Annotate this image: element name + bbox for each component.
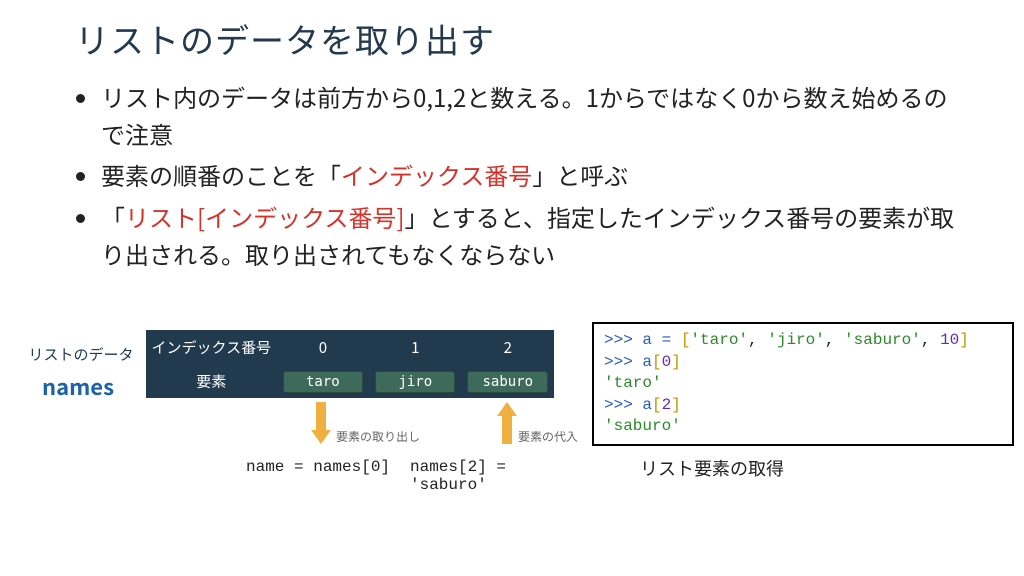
bullet-1: リスト内のデータは前方から0,1,2と数える。1からではなく0から数え始めるので… bbox=[101, 78, 955, 152]
code-l4b: [ bbox=[652, 396, 662, 414]
bullet-2-pre: 要素の順番のことを「 bbox=[101, 157, 341, 192]
diagram-names-label: names bbox=[42, 370, 114, 402]
code-l1h: , bbox=[921, 331, 940, 349]
slide-title: リストのデータを取り出す bbox=[75, 14, 495, 63]
bullet-2: 要素の順番のことを「インデックス番号」と呼ぶ bbox=[101, 156, 955, 193]
code-l2c: 0 bbox=[662, 353, 672, 371]
bullet-1-text: リスト内のデータは前方から0,1,2と数える。1からではなく0から数え始めるので… bbox=[101, 79, 948, 151]
index-1: 1 bbox=[369, 330, 461, 364]
bullet-3-red: リスト[インデックス番号] bbox=[125, 199, 405, 234]
bullet-2-red: インデックス番号 bbox=[341, 157, 532, 192]
element-0: taro bbox=[283, 371, 363, 393]
code-l4d: ] bbox=[671, 396, 681, 414]
bullet-3: 「リスト[インデックス番号]」とすると、指定したインデックス番号の要素が取り出さ… bbox=[101, 198, 955, 272]
code-l2b: [ bbox=[652, 353, 662, 371]
arrow-in-label: 要素の代入 bbox=[518, 428, 578, 445]
element-1: jiro bbox=[375, 371, 455, 393]
code-l1i: 10 bbox=[940, 331, 959, 349]
code-l2d: ] bbox=[671, 353, 681, 371]
code-l3: 'taro' bbox=[604, 374, 662, 392]
code-in: names[2] = 'saburo' bbox=[410, 458, 568, 494]
element-0-cell: taro bbox=[277, 364, 369, 398]
arrow-out-icon bbox=[308, 402, 334, 444]
code-l5: 'saburo' bbox=[604, 417, 681, 435]
arrow-out-label: 要素の取り出し bbox=[336, 428, 420, 445]
index-2: 2 bbox=[462, 330, 554, 364]
code-l1g: 'saburo' bbox=[844, 331, 921, 349]
index-table: インデックス番号 0 1 2 要素 taro jiro saburo bbox=[146, 330, 554, 398]
header-element: 要素 bbox=[146, 364, 277, 398]
bullet-list: リスト内のデータは前方から0,1,2と数える。1からではなく0から数え始めるので… bbox=[75, 78, 955, 276]
arrow-in-icon bbox=[494, 402, 520, 444]
diagram-data-label: リストのデータ bbox=[28, 344, 134, 365]
code-out: name = names[0] bbox=[246, 458, 390, 476]
index-0: 0 bbox=[277, 330, 369, 364]
code-caption: リスト要素の取得 bbox=[640, 455, 784, 481]
bullet-2-post: 」と呼ぶ bbox=[532, 157, 628, 192]
code-l1c: 'taro' bbox=[690, 331, 748, 349]
element-1-cell: jiro bbox=[369, 364, 461, 398]
code-l1e: 'jiro' bbox=[767, 331, 825, 349]
header-index: インデックス番号 bbox=[146, 330, 277, 364]
code-box: >>> a = ['taro', 'jiro', 'saburo', 10] >… bbox=[592, 322, 1014, 446]
element-2: saburo bbox=[467, 371, 548, 393]
code-l1f: , bbox=[825, 331, 844, 349]
code-l1b: [ bbox=[681, 331, 691, 349]
code-l1a: >>> a = bbox=[604, 331, 681, 349]
code-l4a: >>> a bbox=[604, 396, 652, 414]
element-2-cell: saburo bbox=[462, 364, 554, 398]
code-l2a: >>> a bbox=[604, 353, 652, 371]
code-l1d: , bbox=[748, 331, 767, 349]
code-l4c: 2 bbox=[662, 396, 672, 414]
bullet-3-open-quote: 「 bbox=[101, 199, 125, 234]
code-l1j: ] bbox=[959, 331, 969, 349]
